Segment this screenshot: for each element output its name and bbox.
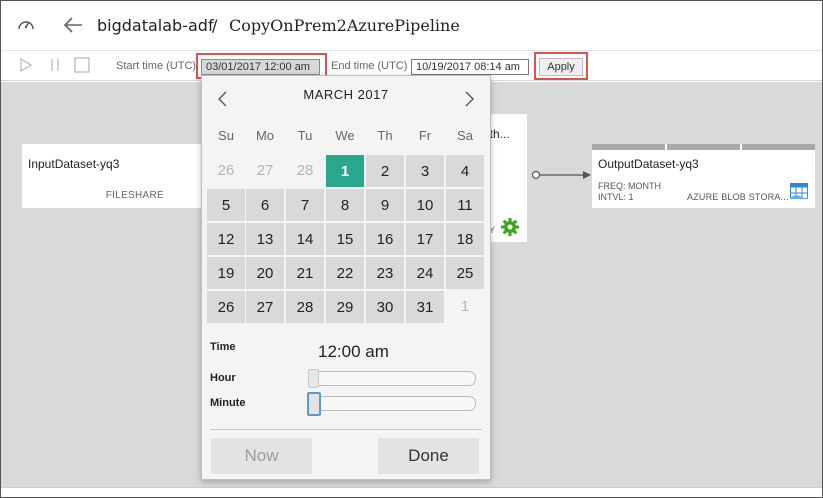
- weekday-label: We: [335, 128, 355, 143]
- calendar-day[interactable]: 1: [445, 290, 485, 324]
- table-icon: [790, 183, 808, 199]
- weekday-label: Tu: [297, 128, 313, 143]
- weekday-label: Mo: [255, 128, 275, 143]
- pipeline-connector-arrow: [531, 170, 591, 180]
- calendar-day[interactable]: 17: [405, 222, 445, 256]
- calendar-day[interactable]: 7: [285, 188, 325, 222]
- breadcrumb-factory[interactable]: bigdatalab-adf: [97, 16, 214, 35]
- date-picker-popup: MARCH 2017 Su Mo Tu We Th Fr Sa 26 27 28 1 2 3 4 5 6 7 8…: [201, 75, 491, 480]
- calendar-day[interactable]: 27: [245, 290, 285, 324]
- calendar-day[interactable]: 4: [445, 154, 485, 188]
- calendar-day[interactable]: 24: [405, 256, 445, 290]
- calendar-day[interactable]: 12: [206, 222, 246, 256]
- slice-bar: [742, 144, 815, 150]
- calendar-day[interactable]: 9: [365, 188, 405, 222]
- back-arrow-icon[interactable]: [62, 14, 84, 36]
- divider: [210, 429, 482, 430]
- output-dataset-storage: AZURE BLOB STORA...: [687, 192, 789, 202]
- calendar-day[interactable]: 20: [245, 256, 285, 290]
- calendar-day[interactable]: 16: [365, 222, 405, 256]
- end-time-input[interactable]: 10/19/2017 08:14 am: [411, 59, 529, 75]
- output-dataset-interval: INTVL: 1: [598, 192, 634, 202]
- end-time-label: End time (UTC): [331, 60, 408, 72]
- output-dataset-node[interactable]: OutputDataset-yq3 FREQ: MONTH INTVL: 1 A…: [592, 144, 815, 208]
- calendar-day[interactable]: 3: [405, 154, 445, 188]
- app-window: bigdatalab-adf / CopyOnPrem2AzurePipelin…: [0, 0, 823, 498]
- gear-icon: [501, 218, 519, 236]
- output-dataset-frequency: FREQ: MONTH: [598, 181, 661, 191]
- play-icon[interactable]: [19, 57, 33, 73]
- calendar-day[interactable]: 11: [445, 188, 485, 222]
- calendar-day[interactable]: 31: [405, 290, 445, 324]
- breadcrumb-pipeline: CopyOnPrem2AzurePipeline: [229, 16, 460, 35]
- stop-icon[interactable]: [74, 57, 90, 73]
- hour-slider[interactable]: [308, 369, 476, 388]
- calendar-day[interactable]: 13: [245, 222, 285, 256]
- breadcrumb-separator: /: [212, 16, 218, 35]
- calendar-day[interactable]: 18: [445, 222, 485, 256]
- weekday-label: Sa: [457, 128, 473, 143]
- calendar-day[interactable]: 25: [445, 256, 485, 290]
- input-dataset-node[interactable]: InputDataset-yq3 FILESHARE: [22, 144, 207, 208]
- pause-icon[interactable]: [48, 57, 62, 73]
- slice-bar: [592, 144, 665, 150]
- chevron-right-icon[interactable]: [459, 89, 479, 109]
- time-label: Time: [210, 341, 236, 353]
- calendar-day[interactable]: 26: [206, 154, 246, 188]
- calendar-day[interactable]: 26: [206, 290, 246, 324]
- calendar-day[interactable]: 28: [285, 290, 325, 324]
- calendar-day[interactable]: 23: [365, 256, 405, 290]
- minute-slider[interactable]: [307, 392, 476, 416]
- calendar-day[interactable]: 2: [365, 154, 405, 188]
- input-dataset-type: FILESHARE: [105, 190, 164, 201]
- calendar-day[interactable]: 30: [365, 290, 405, 324]
- calendar-day[interactable]: 29: [325, 290, 365, 324]
- calendar-day[interactable]: 21: [285, 256, 325, 290]
- calendar-day[interactable]: 15: [325, 222, 365, 256]
- start-time-label: Start time (UTC): [116, 60, 197, 72]
- output-dataset-title: OutputDataset-yq3: [598, 157, 699, 171]
- month-year-label: MARCH 2017: [303, 87, 389, 102]
- gauge-icon[interactable]: [16, 15, 36, 35]
- calendar-day[interactable]: 8: [325, 188, 365, 222]
- hour-label: Hour: [210, 372, 236, 384]
- calendar-day[interactable]: 14: [285, 222, 325, 256]
- input-dataset-title: InputDataset-yq3: [28, 157, 120, 171]
- calendar-day[interactable]: 5: [206, 188, 246, 222]
- slice-bar: [667, 144, 740, 150]
- calendar-day[interactable]: 28: [285, 154, 325, 188]
- calendar-day[interactable]: 10: [405, 188, 445, 222]
- done-button[interactable]: Done: [378, 438, 479, 474]
- now-button[interactable]: Now: [211, 438, 312, 474]
- calendar-day[interactable]: 19: [206, 256, 246, 290]
- calendar-day-selected[interactable]: 1: [325, 154, 365, 188]
- weekday-label: Su: [218, 128, 234, 143]
- apply-highlight: [534, 52, 588, 80]
- minute-label: Minute: [210, 397, 246, 409]
- header-bar: bigdatalab-adf / CopyOnPrem2AzurePipelin…: [1, 1, 822, 51]
- status-bar: [1, 487, 822, 497]
- time-value: 12:00 am: [318, 342, 389, 361]
- minute-slider-thumb[interactable]: [307, 392, 321, 416]
- hour-slider-thumb[interactable]: [308, 369, 319, 388]
- weekday-label: Fr: [418, 128, 432, 143]
- calendar-day[interactable]: 22: [325, 256, 365, 290]
- calendar-day[interactable]: 27: [245, 154, 285, 188]
- weekday-label: Th: [377, 128, 393, 143]
- calendar-day[interactable]: 6: [245, 188, 285, 222]
